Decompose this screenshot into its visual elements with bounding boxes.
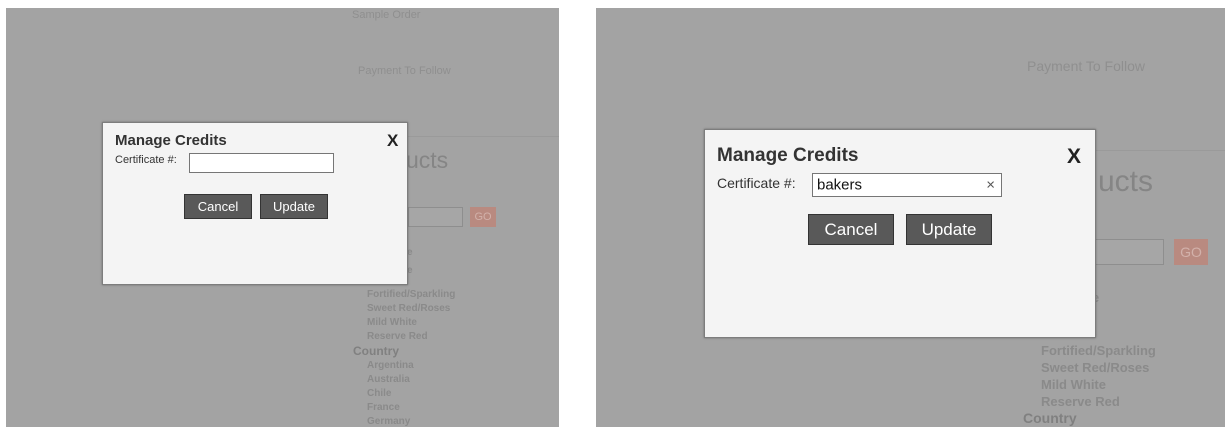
category-item: Mild White — [367, 317, 417, 328]
divider — [1092, 150, 1225, 151]
category-item: Sweet Red/Roses — [367, 303, 451, 314]
country-item: Argentina — [367, 360, 414, 371]
products-heading: ucts — [1098, 165, 1154, 198]
close-icon[interactable]: X — [1067, 145, 1081, 169]
category-item: Reserve Red — [367, 331, 428, 342]
certificate-label: Certificate #: — [115, 154, 177, 166]
payment-to-follow-link: Payment To Follow — [1027, 58, 1146, 74]
products-heading: ucts — [406, 147, 449, 173]
go-button: GO — [1174, 239, 1208, 265]
sample-order-link: Sample Order — [352, 9, 421, 21]
screenshot-after: Payment To Follow ucts GO e te Fortified… — [596, 8, 1225, 427]
certificate-input[interactable]: bakers × — [812, 173, 1002, 197]
certificate-input-value: bakers — [817, 176, 863, 194]
country-item: Chile — [367, 388, 392, 399]
country-item: Australia — [367, 374, 410, 385]
category-item: Reserve Red — [1041, 394, 1120, 409]
country-item: France — [367, 402, 400, 413]
screenshot-before: Sample Order Payment To Follow ucts GO e… — [6, 8, 559, 427]
cancel-button[interactable]: Cancel — [808, 214, 894, 245]
certificate-label: Certificate #: — [717, 175, 796, 191]
divider — [406, 136, 559, 137]
update-button[interactable]: Update — [906, 214, 992, 245]
certificate-input[interactable] — [189, 153, 334, 173]
country-item: Germany — [367, 416, 411, 427]
category-item: Fortified/Sparkling — [1041, 343, 1156, 358]
manage-credits-dialog: Manage Credits X Certificate #: Cancel U… — [102, 122, 408, 285]
category-item: Sweet Red/Roses — [1041, 360, 1150, 375]
dialog-title: Manage Credits — [717, 145, 859, 166]
category-heading-country: Country — [353, 344, 399, 358]
dialog-title: Manage Credits — [115, 132, 227, 149]
category-heading-country: Country — [1023, 410, 1077, 426]
search-input — [1094, 239, 1164, 265]
payment-to-follow-link: Payment To Follow — [358, 65, 451, 77]
category-item: Mild White — [1041, 377, 1106, 392]
close-icon[interactable]: X — [387, 131, 398, 151]
cancel-button[interactable]: Cancel — [184, 194, 252, 219]
search-input — [408, 207, 463, 227]
category-item: Fortified/Sparkling — [367, 289, 456, 300]
manage-credits-dialog: Manage Credits X Certificate #: bakers ×… — [704, 129, 1096, 338]
clear-icon[interactable]: × — [986, 177, 995, 194]
update-button[interactable]: Update — [260, 194, 328, 219]
go-button: GO — [470, 207, 496, 227]
